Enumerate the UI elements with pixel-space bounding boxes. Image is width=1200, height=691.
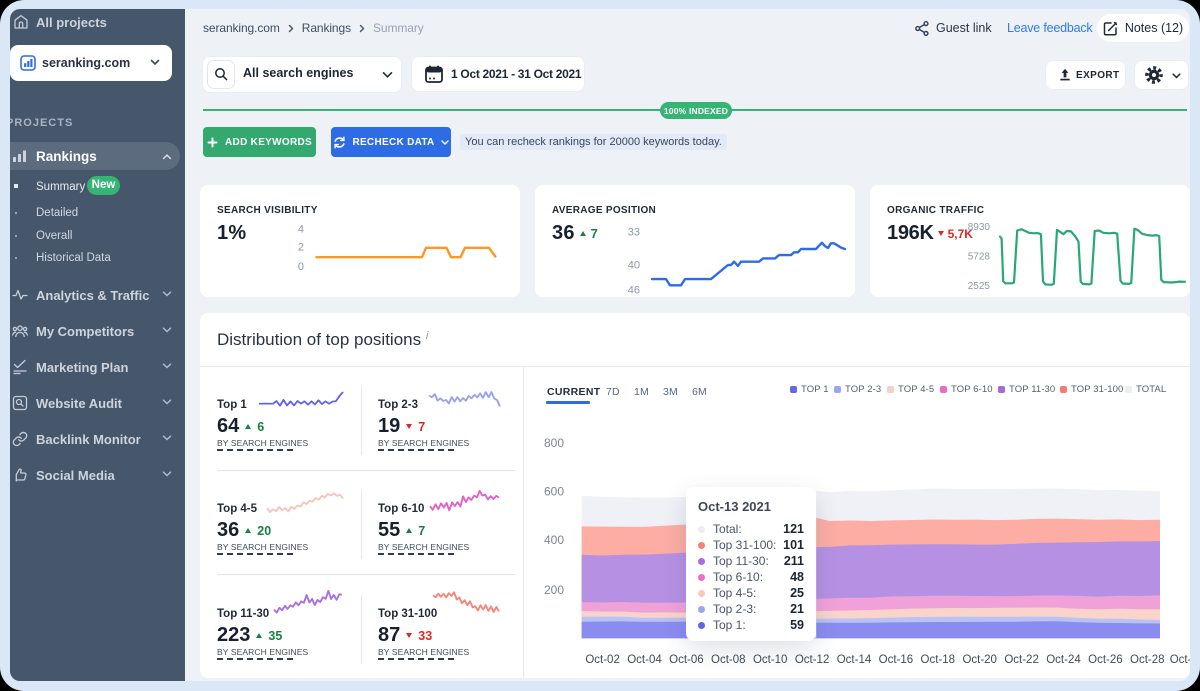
svg-text:Oct-08: Oct-08: [711, 654, 746, 666]
svg-text:2: 2: [298, 242, 304, 254]
svg-text:800: 800: [544, 436, 564, 450]
svg-text:400: 400: [544, 533, 564, 547]
svg-text:Oct-18: Oct-18: [921, 654, 956, 666]
svg-text:Oct-10: Oct-10: [753, 654, 788, 666]
svg-text:200: 200: [544, 583, 564, 597]
svg-text:40: 40: [628, 260, 640, 272]
svg-text:Oct-24: Oct-24: [1046, 654, 1081, 666]
svg-text:Oct-16: Oct-16: [879, 654, 914, 666]
svg-text:600: 600: [544, 485, 564, 499]
svg-text:46: 46: [628, 285, 640, 297]
svg-text:Oct-20: Oct-20: [962, 654, 997, 666]
svg-text:2525: 2525: [968, 281, 991, 292]
svg-text:Oct-06: Oct-06: [669, 654, 704, 666]
svg-text:Oct-30: Oct-30: [1170, 654, 1190, 666]
svg-text:4: 4: [298, 224, 304, 236]
svg-text:33: 33: [628, 227, 640, 239]
svg-text:Oct-14: Oct-14: [837, 654, 872, 666]
svg-text:0: 0: [298, 261, 304, 273]
svg-text:Oct-04: Oct-04: [627, 654, 662, 666]
svg-text:Oct-22: Oct-22: [1004, 654, 1039, 666]
svg-text:Oct-28: Oct-28: [1130, 654, 1165, 666]
svg-text:5728: 5728: [968, 252, 991, 263]
svg-text:Oct-12: Oct-12: [795, 654, 830, 666]
svg-text:Oct-26: Oct-26: [1088, 654, 1123, 666]
svg-text:8930: 8930: [968, 222, 991, 233]
svg-text:Oct-02: Oct-02: [585, 654, 620, 666]
